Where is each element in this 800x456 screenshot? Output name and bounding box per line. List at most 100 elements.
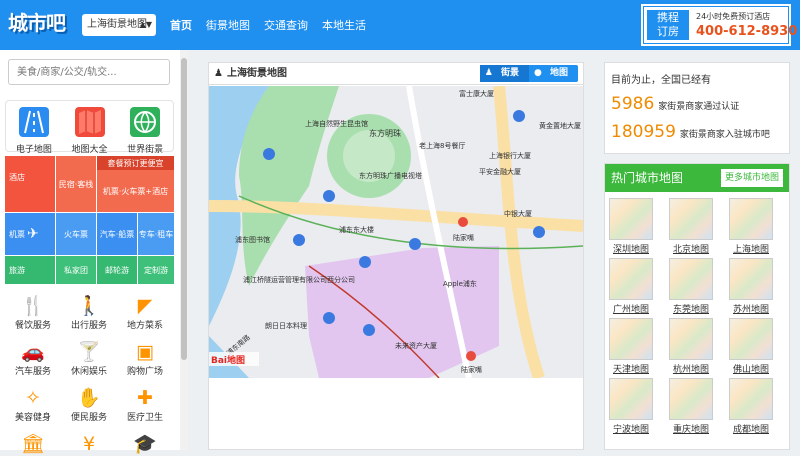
hotel-booking-banner[interactable]: 携程 订房 24小时免费预订酒店 400-612-8930 [641,4,797,46]
package-banner-label: 套餐预订更便宜 [107,158,164,168]
right-panel: 目前为止，全国已经有 5986 家街景商家通过认证 180959 家街景商家入驻城市… [604,62,790,450]
service-car[interactable]: 🚗 汽车服务 [5,340,61,377]
map-label: 东方明珠 [369,128,401,138]
city-select[interactable]: 上海街景地图 ▲▼ [82,14,156,36]
ctrip-tag-line2: 订房 [657,25,679,38]
service-travel[interactable]: 🚶 出行服务 [61,294,117,331]
service-medical[interactable]: ✚ 医疗卫生 [117,386,173,423]
service-travel-label: 出行服务 [70,321,107,331]
map-label: 老上海8号餐厅 [419,141,465,150]
nav-streetview[interactable]: 街景地图 [206,17,250,33]
service-beauty[interactable]: ✧ 美容健身 [5,386,61,423]
city-map-thumb[interactable]: 深圳地图 [609,198,653,256]
service-finance[interactable]: ¥ [61,432,117,456]
bus-ship-tile-label: 汽车·船票 [99,229,135,239]
city-map-thumb[interactable]: 杭州地图 [669,318,713,376]
city-map-label: 上海地图 [732,245,769,255]
city-map-thumb[interactable]: 天津地图 [609,318,653,376]
service-leisure[interactable]: 🍸 休闲娱乐 [61,340,117,377]
bus-ship-tile[interactable]: 汽车·船票 [97,213,137,255]
city-map-thumb[interactable]: 东莞地图 [669,258,713,316]
train-tile[interactable]: 火车票 [56,213,96,255]
city-map-label: 北京地图 [672,245,709,255]
service-convenience-label: 便民服务 [70,413,107,423]
tab-streetview-label: 街景 [500,68,519,78]
city-map-image [669,198,713,240]
city-map-thumb[interactable]: 成都地图 [729,378,773,436]
map-type-panel: 电子地图 地图大全 世界街景 [5,100,174,155]
map-collection-link[interactable]: 地图大全 [62,101,118,155]
city-map-thumb[interactable]: 苏州地图 [729,258,773,316]
search-input[interactable] [8,59,170,85]
service-convenience[interactable]: ✋ 便民服务 [61,386,117,423]
merchant-stats: 目前为止，全国已经有 5986 家街景商家通过认证 180959 家街景商家入驻城市… [604,62,790,154]
flight-hotel-tile[interactable]: 机票·火车票+酒店 [97,170,174,212]
service-cuisine[interactable]: ◤ 地方菜系 [117,294,173,331]
electronic-map-link[interactable]: 电子地图 [6,101,62,155]
package-banner[interactable]: 套餐预订更便宜 [97,156,174,170]
car-rental-tile[interactable]: 专车·租车 [138,213,174,255]
more-city-maps-button[interactable]: 更多城市地图 [720,169,783,187]
private-tour-tile[interactable]: 私家团 [56,256,96,284]
custom-tour-tile[interactable]: 定制游 [138,256,174,284]
city-map-image [669,258,713,300]
city-map-image [729,378,773,420]
world-streetview-link[interactable]: 世界街景 [117,101,173,155]
map-label: 陆家嘴 [453,233,474,242]
map-label: 上海自然野生昆虫馆 [305,119,368,128]
nav-local-life[interactable]: 本地生活 [322,17,366,33]
hot-city-maps: 热门城市地图 更多城市地图 深圳地图 北京地图 上海地图 广州地图 东莞地图 苏… [604,163,790,450]
certified-count: 5986 [611,94,655,114]
map-label: Apple浦东 [443,279,477,288]
main-nav: 首页 街景地图 交通查询 本地生活 [170,17,366,33]
city-map-label: 苏州地图 [732,305,769,315]
yen-icon: ¥ [82,433,96,455]
nav-transit[interactable]: 交通查询 [264,17,308,33]
electronic-map-label: 电子地图 [15,145,52,155]
tour-tile[interactable]: 旅游 [5,256,55,284]
city-map-thumb[interactable]: 广州地图 [609,258,653,316]
hotel-phone: 400-612-8930 [696,24,798,39]
service-education[interactable]: 🎓 [117,432,173,456]
ctrip-tag-line1: 携程 [657,11,679,24]
sidebar-scrollbar[interactable] [180,50,188,450]
map-canvas: 东方明珠 东方明珠广播电视塔 上海自然野生昆虫馆 老上海8号餐厅 上海银行大厦 … [209,86,583,378]
city-map-image [609,318,653,360]
city-map-thumb[interactable]: 重庆地图 [669,378,713,436]
site-logo[interactable]: 城市吧 [8,7,74,43]
city-map-thumb[interactable]: 北京地图 [669,198,713,256]
folded-map-icon [74,107,105,137]
city-map-thumb[interactable]: 上海地图 [729,198,773,256]
cruise-tile[interactable]: 邮轮游 [97,256,137,284]
flight-hotel-tile-label: 机票·火车票+酒店 [102,186,169,196]
medkit-icon: ✚ [137,387,153,409]
city-map-label: 宁波地图 [612,425,649,435]
service-bank[interactable]: 🏛 [5,432,61,456]
city-map-label: 佛山地图 [732,365,769,375]
hotel-slogan: 24小时免费预订酒店 [696,12,771,21]
map-label: 浦东图书馆 [235,235,270,244]
top-bar: 城市吧 上海街景地图 ▲▼ 首页 街景地图 交通查询 本地生活 携程 订房 24… [0,0,800,50]
city-map-thumb[interactable]: 宁波地图 [609,378,653,436]
city-map-label: 成都地图 [732,425,769,435]
flight-tile[interactable]: 机票 ✈ [5,213,55,255]
homestay-tile[interactable]: 民宿·客栈 [56,156,96,212]
tab-streetview[interactable]: ♟ 街景 [479,65,529,82]
service-shopping[interactable]: ▣ 购物广场 [117,340,173,377]
joined-text: 家街景商家入驻城市吧 [679,130,770,140]
service-leisure-label: 休闲娱乐 [70,367,107,377]
pizza-icon: ◤ [137,295,153,317]
service-beauty-label: 美容健身 [14,413,51,423]
service-cuisine-label: 地方菜系 [126,321,163,331]
service-dining[interactable]: 🍴 餐饮服务 [5,294,61,331]
hotel-tile[interactable]: 酒店 [5,156,55,212]
street-map[interactable]: 东方明珠 东方明珠广播电视塔 上海自然野生昆虫馆 老上海8号餐厅 上海银行大厦 … [209,86,583,378]
scrollbar-thumb[interactable] [181,58,187,360]
tab-map[interactable]: ● 地图 [529,65,578,82]
nav-home[interactable]: 首页 [170,17,192,33]
city-map-image [669,378,713,420]
globe-pin-icon [130,107,161,137]
city-map-thumb[interactable]: 佛山地图 [729,318,773,376]
car-icon: 🚗 [21,341,45,363]
stats-intro: 目前为止，全国已经有 [611,75,711,86]
